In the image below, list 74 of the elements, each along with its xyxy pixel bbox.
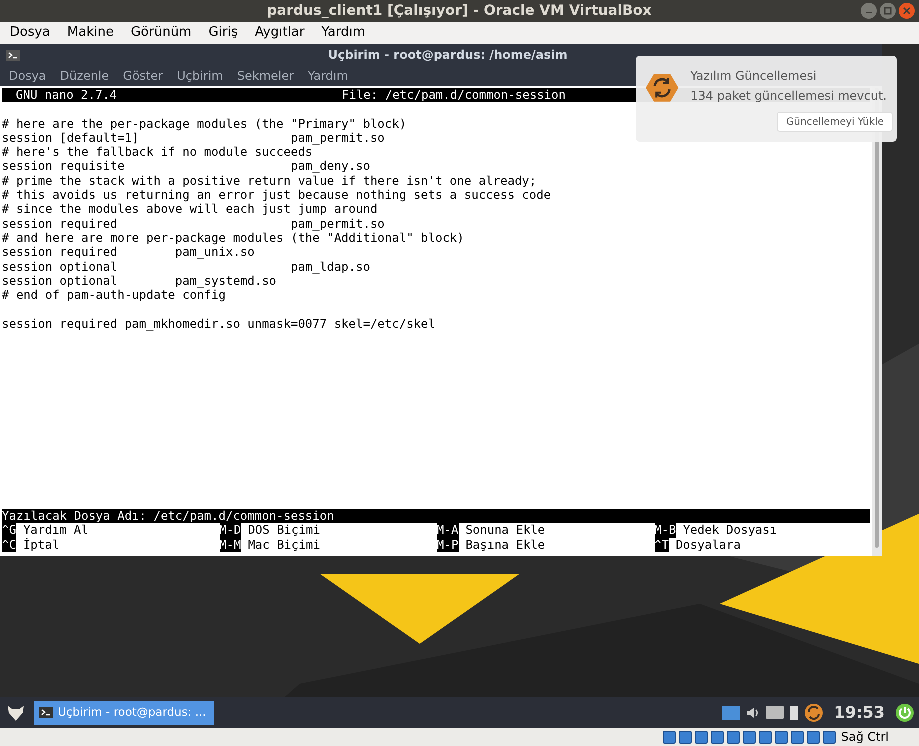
shortcut-key: M-M bbox=[220, 538, 242, 552]
terminal-icon bbox=[39, 707, 53, 718]
device-icon[interactable] bbox=[695, 730, 708, 744]
shortcut-key: ^C bbox=[2, 538, 16, 552]
monitor-icon[interactable] bbox=[766, 706, 784, 719]
host-key-label: Sağ Ctrl bbox=[840, 729, 889, 746]
code-line: # this avoids us returning an error just because nothing sets a success code bbox=[1, 188, 552, 202]
code-line: session required pam_permit.so bbox=[1, 216, 385, 231]
nano-version: GNU nano 2.7.4 bbox=[15, 88, 118, 102]
shortcut-label: Sonuna Ekle bbox=[464, 523, 546, 538]
shortcut-label: DOS Biçimi bbox=[247, 523, 320, 538]
code-line: session optional pam_ldap.so bbox=[1, 260, 370, 274]
terminal-menu-item[interactable]: Uçbirim bbox=[170, 67, 230, 85]
device-icon[interactable] bbox=[791, 730, 804, 744]
code-line: # and here are more per-package modules (the "Additional" block) bbox=[1, 230, 464, 246]
maximize-icon[interactable] bbox=[880, 3, 896, 19]
device-icon[interactable] bbox=[679, 730, 692, 744]
code-line: # here are the per-package modules (the "Primary" block) bbox=[1, 116, 407, 131]
device-icon[interactable] bbox=[823, 730, 836, 744]
notification-title: Yazılım Güncellemesi bbox=[690, 68, 818, 85]
shortcut-label: İptal bbox=[22, 538, 60, 552]
window-title: pardus_client1 [Çalışıyor] - Oracle VM VirtualBox bbox=[267, 2, 652, 20]
shortcut-label: Başına Ekle bbox=[464, 538, 546, 552]
code-line: session required pam_mkhomedir.so unmask=0077 skel=/etc/skel bbox=[1, 316, 436, 332]
clock: 19:53 bbox=[833, 702, 886, 724]
close-icon[interactable] bbox=[899, 3, 915, 19]
power-icon[interactable] bbox=[895, 702, 915, 722]
terminal-icon bbox=[6, 50, 20, 60]
shortcut-key: ^G bbox=[2, 523, 16, 538]
menu-item[interactable]: Görünüm bbox=[122, 23, 200, 43]
terminal-menu-item[interactable]: Yardım bbox=[301, 67, 356, 85]
code-line: session optional pam_systemd.so bbox=[1, 274, 277, 288]
terminal-menu-item[interactable]: Göster bbox=[116, 67, 170, 85]
install-updates-button[interactable]: Güncellemeyi Yükle bbox=[777, 112, 893, 132]
menu-item[interactable]: Dosya bbox=[2, 23, 58, 43]
menu-item[interactable]: Aygıtlar bbox=[247, 23, 313, 43]
device-icon[interactable] bbox=[711, 730, 724, 744]
device-icon[interactable] bbox=[807, 730, 820, 744]
task-label: Uçbirim - root@pardus: ... bbox=[58, 704, 206, 721]
device-icon[interactable] bbox=[759, 730, 772, 744]
terminal-menu-item[interactable]: Sekmeler bbox=[230, 67, 302, 85]
terminal-menu-item[interactable]: Düzenle bbox=[53, 67, 116, 85]
filename-prompt[interactable]: Yazılacak Dosya Adı: /etc/pam.d/common-session bbox=[2, 509, 334, 524]
code-line: session [default=1] pam_permit.so bbox=[1, 130, 385, 146]
code-line: # since the modules above will each just jump around bbox=[1, 202, 378, 217]
refresh-icon[interactable] bbox=[804, 702, 824, 722]
device-icon[interactable] bbox=[727, 730, 740, 744]
shortcut-key: ^T bbox=[654, 538, 669, 552]
file-name: File: /etc/pam.d/common-session bbox=[342, 88, 566, 102]
shortcut-key: M-A bbox=[437, 523, 459, 538]
menu-item[interactable]: Makine bbox=[59, 23, 122, 43]
code-line: session requisite pam_deny.so bbox=[1, 159, 370, 174]
device-icon[interactable] bbox=[743, 730, 756, 744]
menu-item[interactable]: Giriş bbox=[200, 23, 246, 43]
speaker-icon[interactable] bbox=[746, 706, 760, 720]
code-line: session required pam_unix.so bbox=[1, 245, 255, 260]
shortcut-label: Yedek Dosyası bbox=[682, 523, 778, 538]
shortcut-key: M-P bbox=[437, 538, 459, 552]
device-icon[interactable] bbox=[775, 730, 788, 744]
device-icon[interactable] bbox=[663, 730, 676, 744]
terminal-title: Uçbirim - root@pardus: /home/asim bbox=[328, 47, 568, 64]
terminal-menu-item[interactable]: Dosya bbox=[2, 67, 54, 85]
window-icon[interactable] bbox=[722, 706, 740, 720]
menu-item[interactable]: Yardım bbox=[314, 23, 374, 43]
shortcut-label: Yardım Al bbox=[22, 523, 88, 538]
code-line: # end of pam-auth-update config bbox=[1, 288, 226, 302]
minimize-icon[interactable] bbox=[861, 3, 877, 19]
code-line: # here's the fallback if no module succeeds bbox=[1, 145, 313, 160]
shortcut-key: M-D bbox=[220, 523, 242, 538]
shortcut-label: Dosyalara bbox=[674, 538, 741, 552]
code-line: # prime the stack with a positive return value if there isn't one already; bbox=[1, 174, 537, 188]
notification-message: 134 paket güncellemesi mevcut. bbox=[690, 88, 887, 105]
shortcut-label: Mac Biçimi bbox=[247, 538, 320, 552]
shortcut-key: M-B bbox=[654, 523, 676, 538]
